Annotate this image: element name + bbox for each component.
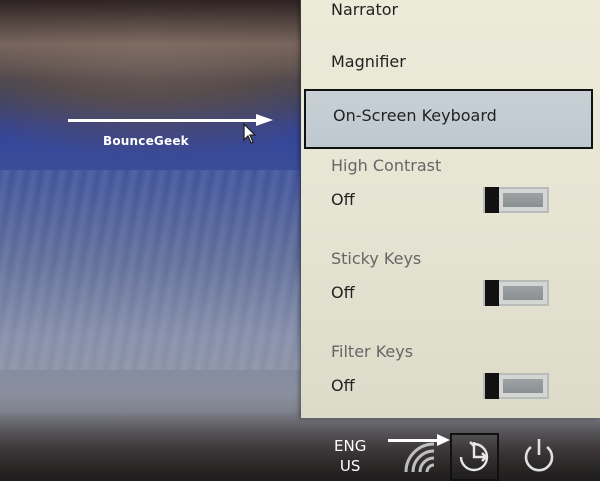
language-code: ENG: [334, 437, 367, 455]
menu-item-magnifier[interactable]: Magnifier: [331, 52, 406, 71]
menu-item-on-screen-keyboard[interactable]: On-Screen Keyboard: [304, 89, 593, 149]
region-code: US: [339, 457, 361, 475]
mouse-cursor-icon: [243, 123, 257, 144]
toggle-track: [503, 286, 543, 300]
toggle-knob: [485, 280, 499, 306]
language-indicator[interactable]: ENG US: [334, 436, 366, 476]
filter-keys-state: Off: [331, 376, 355, 395]
background-shore: [0, 411, 600, 481]
toggle-knob: [485, 373, 499, 399]
background-rocks: [0, 0, 300, 80]
annotation-arrow-head-bottom: [437, 434, 450, 446]
sticky-keys-toggle[interactable]: [483, 280, 549, 306]
wifi-icon[interactable]: [402, 440, 436, 474]
watermark-text: BounceGeek: [103, 134, 189, 148]
high-contrast-label: High Contrast: [331, 156, 442, 175]
power-icon[interactable]: [521, 437, 557, 475]
sticky-keys-label: Sticky Keys: [331, 249, 422, 268]
sticky-keys-state: Off: [331, 283, 355, 302]
filter-keys-toggle[interactable]: [483, 373, 549, 399]
annotation-arrow-line: [68, 119, 260, 122]
toggle-knob: [485, 187, 499, 213]
high-contrast-state: Off: [331, 190, 355, 209]
high-contrast-toggle[interactable]: [483, 187, 549, 213]
background-waves: [0, 170, 300, 370]
toggle-track: [503, 379, 543, 393]
on-screen-keyboard-label: On-Screen Keyboard: [333, 106, 497, 125]
toggle-track: [503, 193, 543, 207]
menu-item-narrator[interactable]: Narrator: [331, 0, 398, 19]
filter-keys-label: Filter Keys: [331, 342, 414, 361]
annotation-arrow-head: [256, 114, 273, 126]
ease-of-access-panel: Narrator Magnifier On-Screen Keyboard Hi…: [301, 0, 600, 418]
ease-of-access-icon: [459, 441, 489, 472]
